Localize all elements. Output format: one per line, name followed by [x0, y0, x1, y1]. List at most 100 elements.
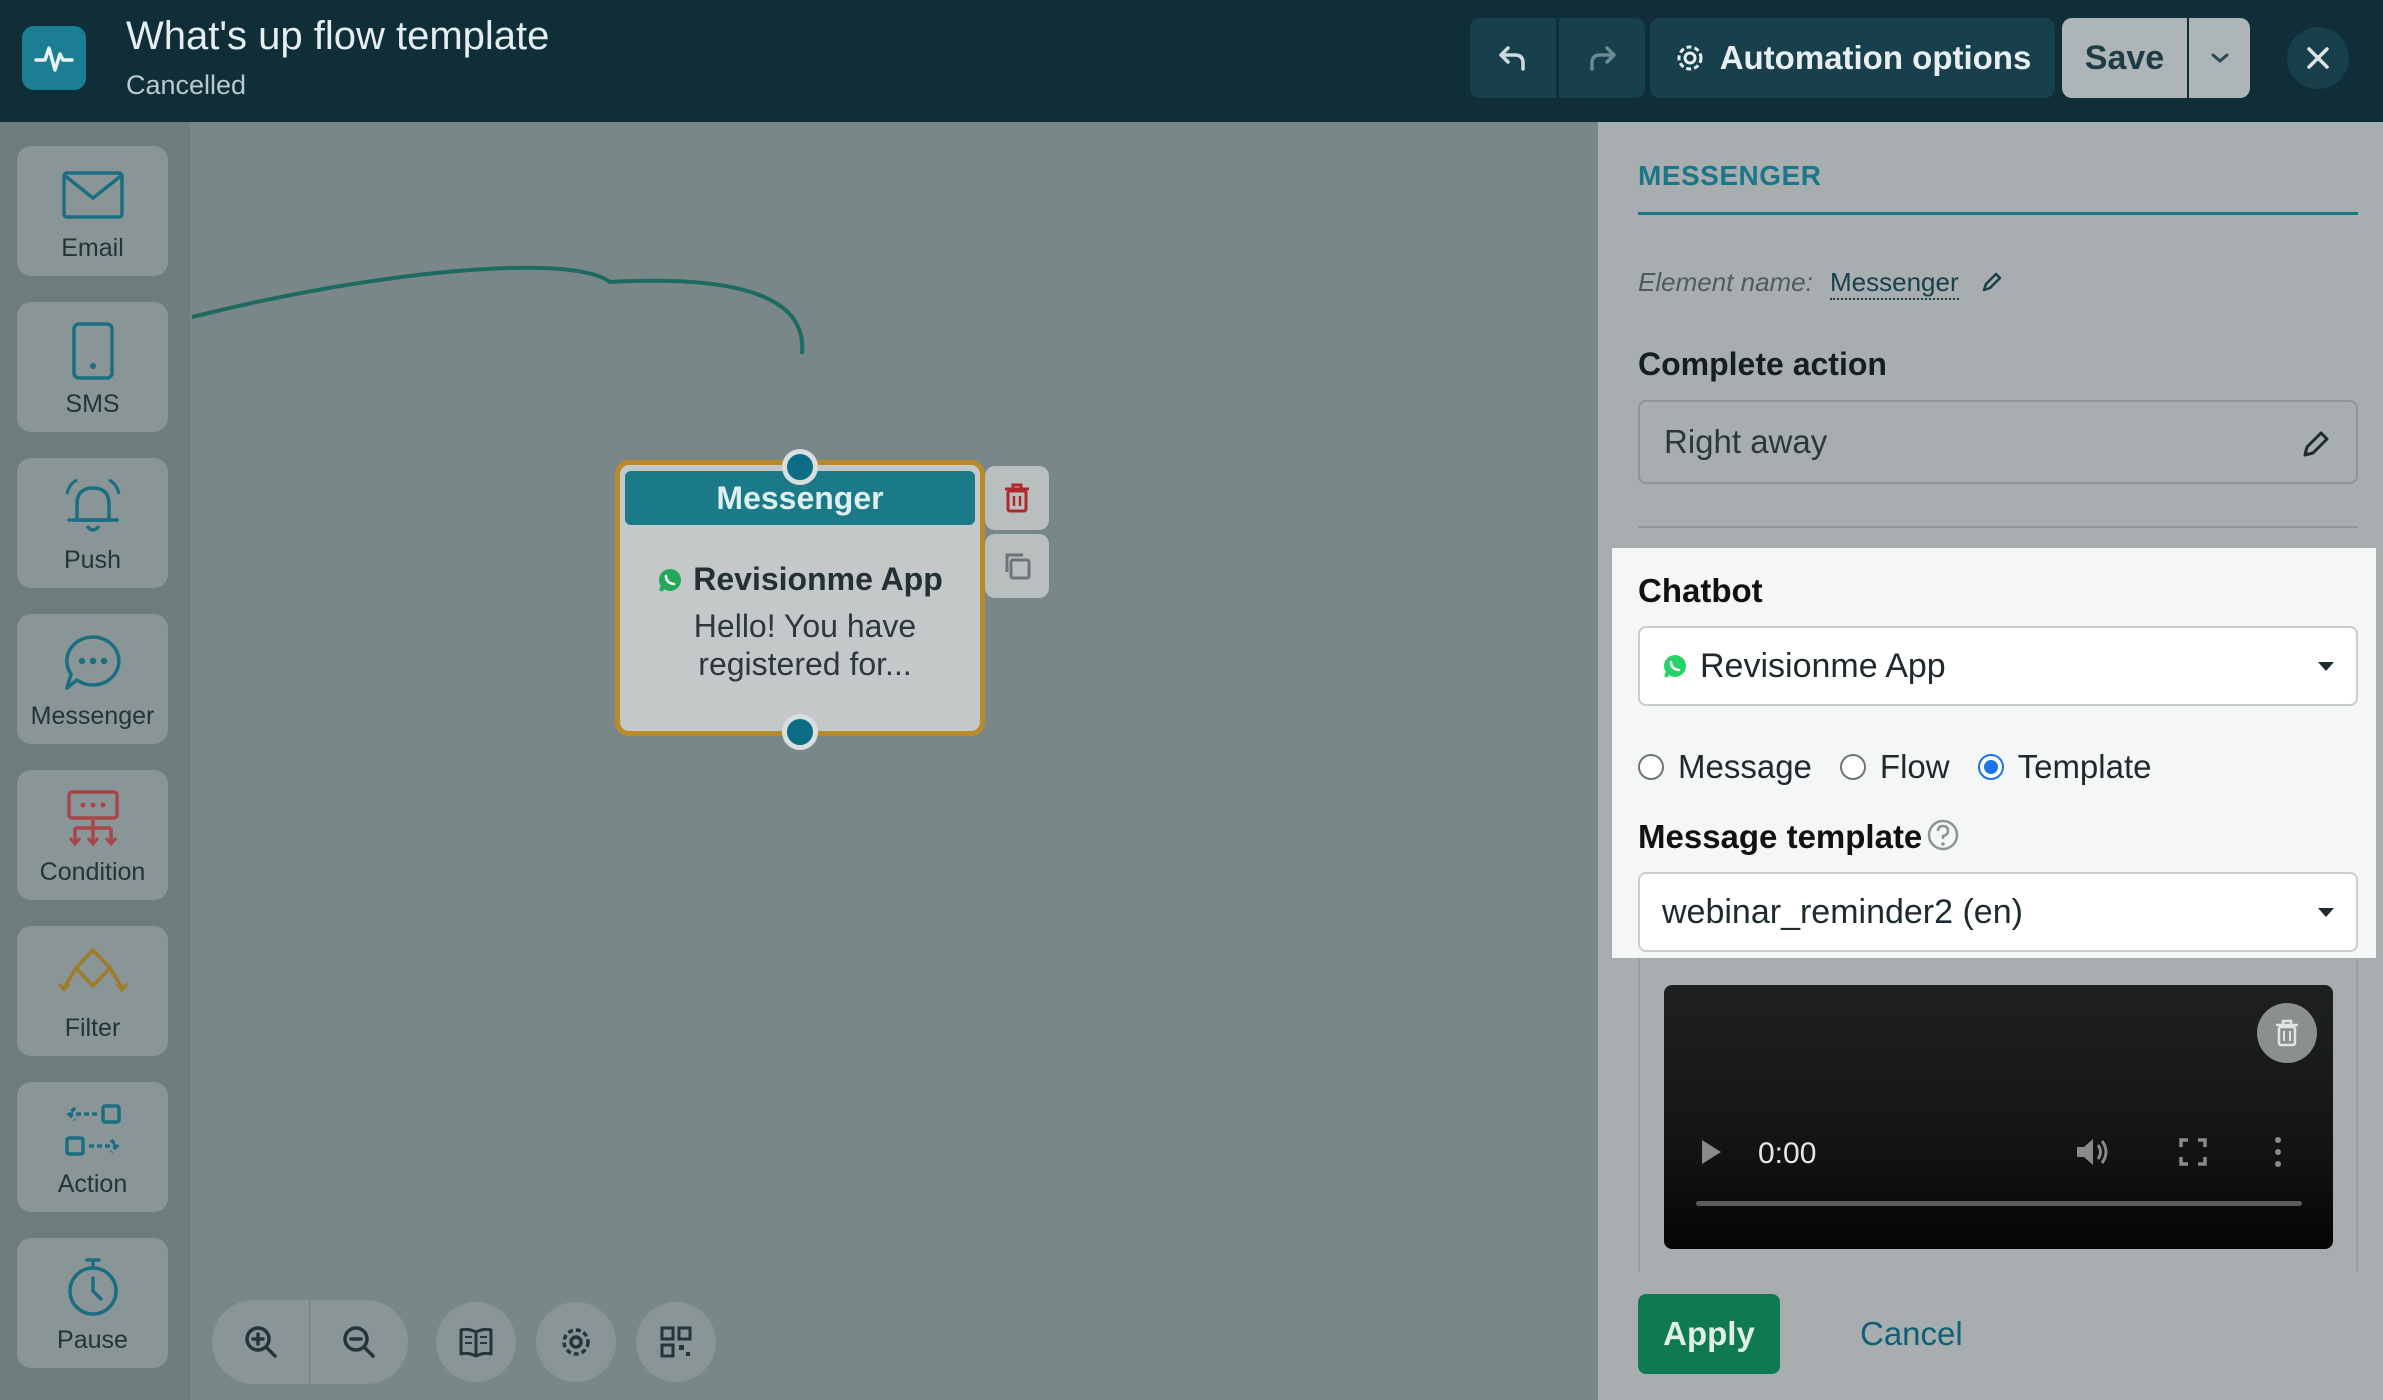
palette-item-email[interactable]: Email	[17, 146, 168, 276]
pulse-icon	[34, 46, 74, 72]
palette-label: Push	[64, 546, 121, 574]
play-icon[interactable]	[1698, 1137, 1724, 1167]
condition-icon	[61, 788, 125, 850]
chatbot-select[interactable]: Revisionme App	[1638, 626, 2358, 706]
element-name-value[interactable]: Messenger	[1830, 267, 1959, 300]
chat-bubble-icon	[61, 632, 125, 694]
palette-label: Pause	[57, 1326, 128, 1354]
chatbot-label: Chatbot	[1638, 572, 1763, 609]
whatsapp-icon	[659, 568, 682, 592]
automation-options-button[interactable]: Automation options	[1650, 18, 2055, 98]
node-output-port[interactable]	[782, 714, 818, 750]
cancel-button[interactable]: Cancel	[1860, 1294, 1963, 1374]
redo-button[interactable]	[1559, 18, 1645, 98]
radio-flow-circle[interactable]	[1839, 754, 1866, 780]
save-dropdown-button[interactable]	[2189, 18, 2250, 98]
chevron-down-icon	[2211, 53, 2228, 63]
redo-icon	[1590, 46, 1616, 71]
element-palette: Email SMS Push Messenger Condition Filte…	[0, 122, 190, 1400]
radio-flow[interactable]: Flow	[1839, 748, 1950, 786]
radio-message[interactable]: Message	[1638, 748, 1812, 786]
gear-icon	[562, 1328, 590, 1356]
apply-button[interactable]: Apply	[1638, 1294, 1780, 1374]
complete-action-value: Right away	[1664, 423, 1828, 460]
bell-icon	[61, 476, 125, 538]
palette-label: Condition	[39, 858, 146, 886]
minimap-button[interactable]	[636, 1302, 716, 1382]
envelope-icon	[61, 164, 125, 226]
zoom-controls	[212, 1300, 408, 1384]
palette-item-sms[interactable]: SMS	[17, 302, 168, 432]
qr-grid-icon	[660, 1326, 692, 1358]
pencil-icon[interactable]	[2300, 428, 2332, 460]
messenger-node[interactable]: Messenger Revisionme App Hello! You have…	[615, 460, 985, 736]
tab-underline	[1638, 212, 2358, 215]
palette-label: Action	[57, 1170, 128, 1198]
message-template-value: webinar_reminder2 (en)	[1662, 892, 2023, 931]
chevron-down-icon	[2318, 662, 2334, 671]
content-type-radios: Message Flow Template	[1638, 748, 2180, 786]
radio-message-circle[interactable]	[1638, 754, 1664, 780]
top-bar: What's up flow template Cancelled Automa…	[0, 0, 2383, 122]
volume-icon[interactable]	[2074, 1135, 2110, 1169]
video-progress-bar[interactable]	[1696, 1201, 2302, 1206]
close-button[interactable]	[2287, 27, 2349, 89]
delete-node-button[interactable]	[985, 466, 1049, 530]
palette-item-action[interactable]: Action	[17, 1082, 168, 1212]
save-button[interactable]: Save	[2062, 18, 2187, 98]
panel-divider	[1638, 526, 2358, 528]
pencil-icon	[1982, 272, 2002, 292]
undo-icon	[1499, 46, 1525, 71]
message-template-select[interactable]: webinar_reminder2 (en)	[1638, 872, 2358, 952]
whatsapp-icon	[1664, 655, 1686, 678]
chevron-down-icon	[2318, 908, 2334, 917]
filter-icon	[57, 944, 128, 1006]
edit-element-name-button[interactable]	[1980, 270, 2004, 299]
canvas-settings-button[interactable]	[536, 1302, 616, 1382]
undo-button[interactable]	[1470, 18, 1556, 98]
gear-icon	[1677, 45, 1703, 71]
flow-canvas[interactable]: Messenger Revisionme App Hello! You have…	[190, 122, 1598, 1400]
zoom-out-button[interactable]	[310, 1300, 408, 1384]
zoom-in-icon	[244, 1326, 277, 1358]
message-template-label: Message template	[1638, 818, 1923, 855]
panel-tab-messenger[interactable]: MESSENGER	[1638, 160, 1821, 192]
node-input-port[interactable]	[782, 449, 818, 485]
duplicate-node-button[interactable]	[985, 534, 1049, 598]
palette-item-pause[interactable]: Pause	[17, 1238, 168, 1368]
action-icon	[61, 1100, 125, 1162]
panel-footer: Apply Cancel	[1598, 1272, 2383, 1400]
trash-icon	[2276, 1019, 2298, 1047]
palette-label: Messenger	[30, 702, 155, 730]
help-circle-icon[interactable]	[1926, 818, 1960, 852]
app-logo[interactable]	[22, 26, 86, 90]
palette-item-push[interactable]: Push	[17, 458, 168, 588]
radio-template-circle[interactable]	[1977, 754, 2004, 780]
help-book-button[interactable]	[436, 1302, 516, 1382]
palette-item-messenger[interactable]: Messenger	[17, 614, 168, 744]
fullscreen-icon[interactable]	[2178, 1137, 2208, 1167]
palette-item-condition[interactable]: Condition	[17, 770, 168, 900]
close-icon	[2307, 47, 2329, 69]
palette-label: Filter	[64, 1014, 121, 1042]
chatbot-select-value: Revisionme App	[1700, 646, 1946, 685]
delete-media-button[interactable]	[2257, 1003, 2317, 1063]
node-chatbot: Revisionme App	[620, 561, 980, 598]
flow-title[interactable]: What's up flow template	[126, 14, 549, 59]
palette-label: Email	[61, 234, 124, 262]
radio-flow-label: Flow	[1879, 748, 1950, 785]
node-message-preview: Hello! You have registered for...	[693, 608, 917, 682]
trash-icon	[1005, 483, 1029, 513]
zoom-in-button[interactable]	[212, 1300, 310, 1384]
palette-item-filter[interactable]: Filter	[17, 926, 168, 1056]
flow-status: Cancelled	[126, 70, 247, 100]
video-player[interactable]: 0:00	[1664, 985, 2333, 1249]
more-options-icon[interactable]	[2272, 1135, 2284, 1169]
complete-action-field[interactable]: Right away	[1638, 400, 2358, 484]
radio-template-label: Template	[2017, 748, 2152, 785]
radio-template[interactable]: Template	[1977, 748, 2152, 786]
connection-line	[191, 265, 805, 355]
node-chatbot-name: Revisionme App	[693, 561, 943, 597]
copy-icon	[1005, 553, 1031, 580]
palette-label: SMS	[65, 390, 120, 418]
